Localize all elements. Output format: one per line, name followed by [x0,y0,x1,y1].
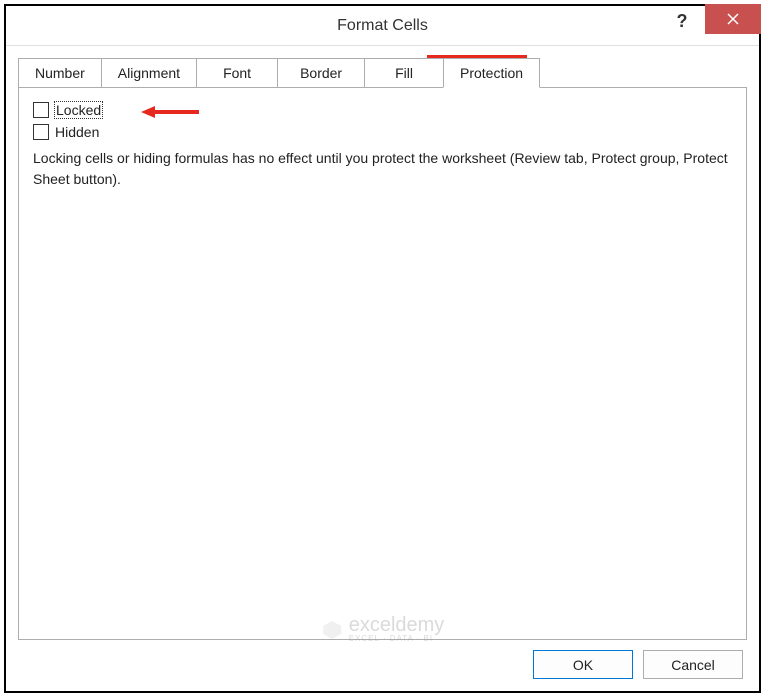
locked-checkbox[interactable] [33,102,49,118]
locked-row: Locked [33,102,732,118]
cancel-button[interactable]: Cancel [643,650,743,679]
tab-protection[interactable]: Protection [443,58,540,88]
info-text: Locking cells or hiding formulas has no … [33,148,732,190]
hidden-checkbox[interactable] [33,124,49,140]
hidden-row: Hidden [33,124,732,140]
tab-border[interactable]: Border [277,58,365,88]
close-button[interactable] [705,4,761,34]
tab-fill[interactable]: Fill [364,58,444,88]
tab-number[interactable]: Number [18,58,102,88]
tab-font[interactable]: Font [196,58,278,88]
title-bar: Format Cells ? [6,6,759,46]
ok-button[interactable]: OK [533,650,633,679]
dialog-title: Format Cells [337,17,428,35]
tab-alignment[interactable]: Alignment [101,58,197,88]
close-icon [726,12,740,26]
dialog-window: Format Cells ? Number Alignment Font Bor… [4,4,761,693]
button-row: OK Cancel [18,640,747,679]
title-controls: ? [659,6,759,46]
tab-strip: Number Alignment Font Border Fill Protec… [18,58,747,88]
hidden-label[interactable]: Hidden [55,124,99,140]
tab-panel-protection: Locked Hidden Locking cells or hiding fo… [18,87,747,640]
help-button[interactable]: ? [659,6,705,36]
arrow-icon [141,104,201,123]
dialog-body: Number Alignment Font Border Fill Protec… [6,46,759,691]
locked-label[interactable]: Locked [55,102,102,118]
